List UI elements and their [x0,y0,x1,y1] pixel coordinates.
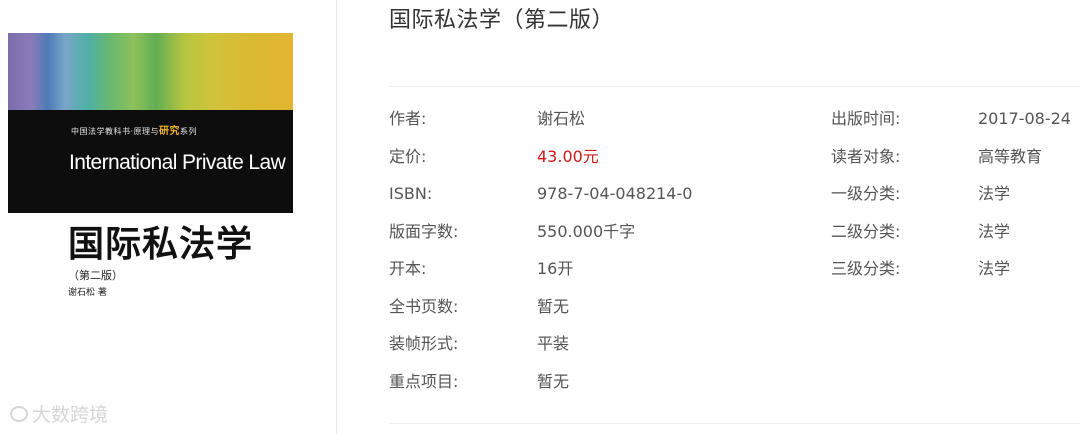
book-title: 国际私法学（第二版） [389,8,615,33]
cover-chinese-title: 国际私法学 [68,223,254,265]
cover-english-title: International Private Law [69,151,286,174]
detail-value: 暂无 [537,372,570,391]
cover-series-text: 中国法学教科书·原理与研究系列 [71,126,198,137]
detail-value: 暂无 [537,297,570,316]
detail-value: 法学 [978,184,1011,203]
price-value: 43.00元 [537,147,599,166]
detail-label: 一级分类: [831,184,901,203]
detail-label: 读者对象: [831,147,901,166]
cover-edition: （第二版） [68,269,123,282]
cover-color-stripes [8,33,293,110]
detail-label: 作者: [389,109,427,128]
detail-label: 三级分类: [831,259,901,278]
detail-label: 开本: [389,259,427,278]
cover-series-highlight: 研究 [159,126,181,137]
book-cover-image[interactable]: 中国法学教科书·原理与研究系列 International Private La… [8,33,293,428]
detail-value: 平装 [537,334,570,353]
detail-label: 重点项目: [389,372,459,391]
detail-label: 版面字数: [389,222,459,241]
bottom-divider [389,423,1080,424]
detail-label: 二级分类: [831,222,901,241]
detail-label: 全书页数: [389,297,459,316]
detail-label: 出版时间: [831,109,901,128]
cover-panel: 中国法学教科书·原理与研究系列 International Private La… [0,0,337,434]
detail-value: 法学 [978,259,1011,278]
title-divider [389,86,1080,87]
detail-value: 978-7-04-048214-0 [537,184,693,203]
detail-value: 法学 [978,222,1011,241]
detail-label: 装帧形式: [389,334,459,353]
detail-value: 高等教育 [978,147,1043,166]
cover-author: 谢石松 著 [68,288,107,298]
detail-value: 550.000千字 [537,222,636,241]
watermark-logo-icon [10,405,28,422]
detail-label: ISBN: [389,184,433,203]
detail-value: 2017-08-24 [978,109,1071,128]
detail-value: 16开 [537,259,574,278]
detail-value: 谢石松 [537,109,586,128]
detail-label: 定价: [389,147,427,166]
watermark: 大数跨境 [10,400,108,427]
